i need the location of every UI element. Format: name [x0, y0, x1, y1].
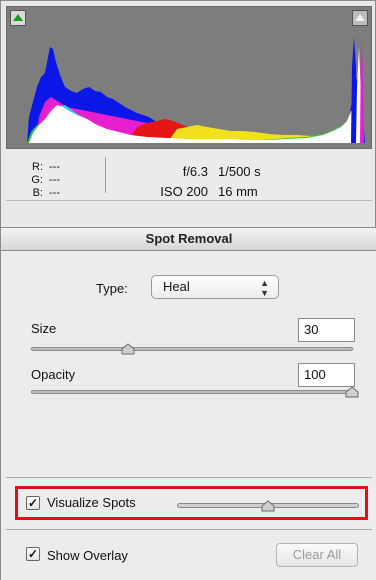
r-value: ---: [49, 161, 60, 173]
rgb-readout: R: --- G: --- B: ---: [29, 161, 60, 200]
histogram: [6, 6, 372, 149]
clear-all-button[interactable]: Clear All: [276, 543, 358, 567]
r-label: R:: [32, 161, 43, 173]
iso-value: ISO 200: [160, 184, 208, 199]
visualize-spots-checkbox[interactable]: ✓: [26, 496, 40, 510]
show-overlay-checkbox[interactable]: ✓: [26, 547, 40, 561]
spot-removal-panel: R: --- G: --- B: --- f/6.3 1/500 s ISO 200 16…: [0, 0, 376, 580]
exif-readout: f/6.3 1/500 s ISO 200 16 mm: [146, 162, 261, 202]
g-label: G:: [31, 174, 43, 186]
b-value: ---: [49, 187, 60, 199]
b-label: B:: [32, 187, 43, 199]
histogram-graph: [27, 37, 365, 143]
triangle-up-icon: [13, 14, 23, 21]
g-value: ---: [49, 174, 60, 186]
size-label: Size: [31, 321, 57, 336]
size-input[interactable]: 30: [298, 318, 355, 342]
size-slider-track[interactable]: [31, 347, 353, 351]
info-readout: R: --- G: --- B: --- f/6.3 1/500 s ISO 200 16…: [6, 149, 372, 201]
triangle-up-icon: [355, 14, 365, 21]
divider: [6, 529, 372, 530]
shadow-clipping-toggle[interactable]: [10, 10, 26, 26]
readout-divider: [105, 157, 106, 193]
divider: [6, 477, 372, 478]
show-overlay-label: Show Overlay: [47, 548, 128, 563]
visualize-spots-label: Visualize Spots: [47, 495, 136, 510]
opacity-slider-track[interactable]: [31, 390, 353, 394]
spot-removal-body: [1, 251, 376, 580]
opacity-input[interactable]: 100: [298, 363, 355, 387]
shutter-value: 1/500 s: [218, 164, 261, 179]
opacity-label: Opacity: [31, 367, 76, 382]
type-label: Type:: [96, 281, 128, 296]
type-select-value: Heal: [163, 279, 190, 294]
up-down-arrows-icon: ▲ ▼: [260, 278, 269, 298]
highlight-clipping-toggle[interactable]: [352, 10, 368, 26]
checkmark-icon: ✓: [27, 496, 39, 510]
section-header: Spot Removal: [1, 227, 376, 251]
focal-length-value: 16 mm: [218, 184, 258, 199]
checkmark-icon: ✓: [27, 547, 39, 561]
aperture-value: f/6.3: [182, 164, 208, 179]
type-select[interactable]: Heal ▲ ▼: [151, 275, 279, 299]
